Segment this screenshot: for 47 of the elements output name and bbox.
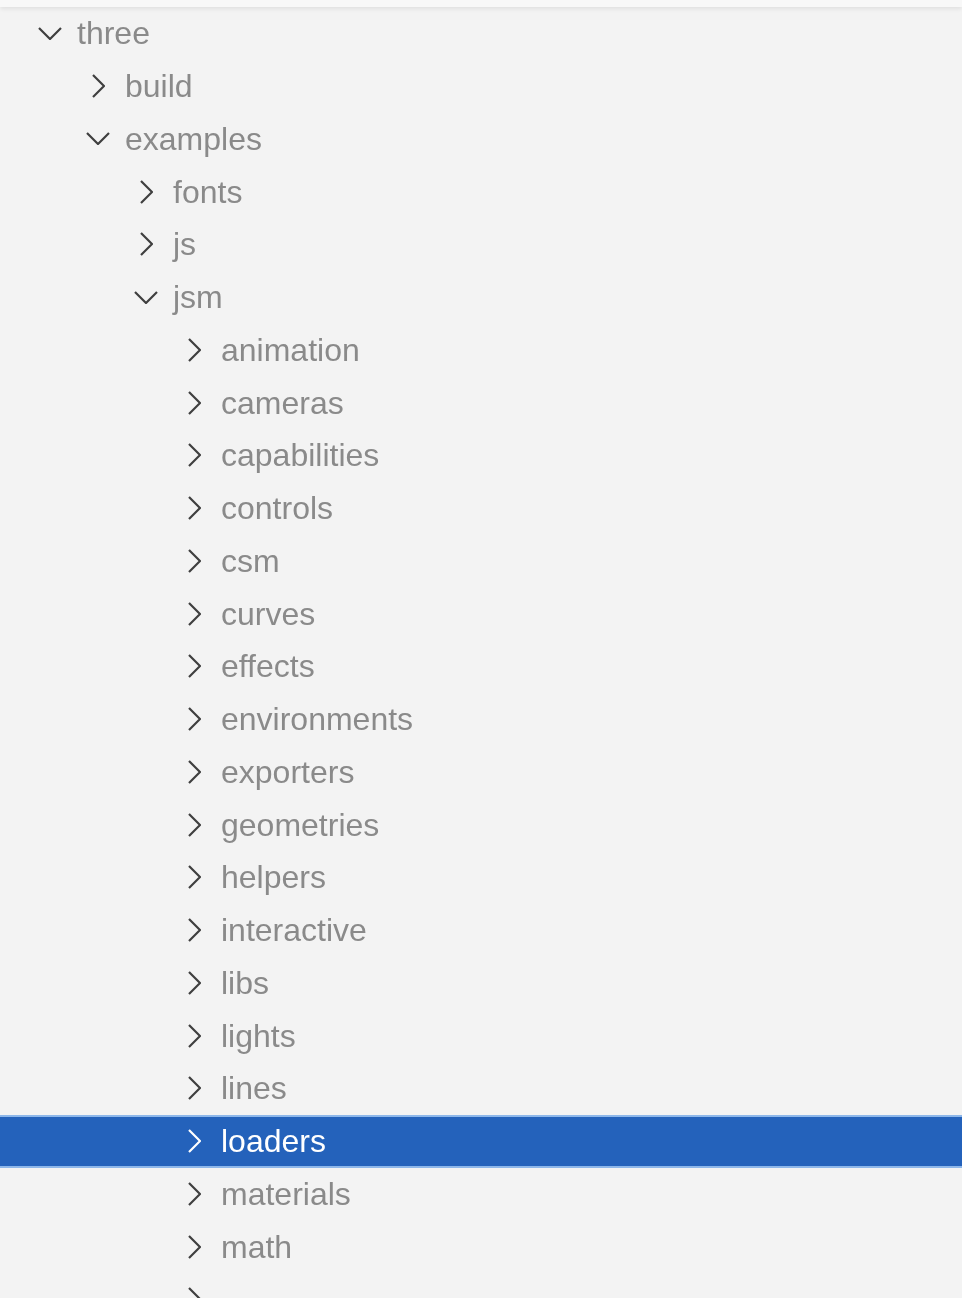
- chevron-icon[interactable]: [86, 132, 110, 146]
- tree-item[interactable]: fonts: [0, 165, 962, 218]
- chevron-icon[interactable]: [134, 290, 158, 304]
- tree-item[interactable]: math: [0, 1220, 962, 1273]
- chevron-icon[interactable]: [187, 1076, 201, 1101]
- tree-item[interactable]: jsm: [0, 270, 962, 324]
- chevron-icon[interactable]: [187, 812, 201, 837]
- tree-item[interactable]: curves: [0, 587, 962, 640]
- chevron-icon[interactable]: [187, 1234, 201, 1259]
- tree-item[interactable]: cameras: [0, 376, 962, 429]
- chevron-icon[interactable]: [187, 759, 201, 784]
- tree-item[interactable]: controls: [0, 481, 962, 535]
- tree-item[interactable]: lines: [0, 1062, 962, 1115]
- chevron-icon[interactable]: [187, 865, 201, 890]
- chevron-icon[interactable]: [187, 918, 201, 943]
- chevron-icon[interactable]: [139, 232, 153, 257]
- tree-item[interactable]: lights: [0, 1009, 962, 1062]
- tree-item[interactable]: capabilities: [0, 429, 962, 482]
- tree-item[interactable]: csm: [0, 534, 962, 588]
- tree-item[interactable]: animation: [0, 323, 962, 377]
- chevron-icon[interactable]: [139, 179, 153, 204]
- chevron-icon[interactable]: [187, 970, 201, 995]
- chevron-icon[interactable]: [187, 390, 201, 415]
- chevron-icon[interactable]: [187, 1023, 201, 1048]
- chevron-icon[interactable]: [187, 1181, 201, 1206]
- tree-item[interactable]: loaders: [0, 1114, 962, 1168]
- chevron-icon[interactable]: [91, 74, 105, 99]
- chevron-icon[interactable]: [187, 601, 201, 626]
- tree-item[interactable]: environments: [0, 692, 962, 746]
- chevron-icon[interactable]: [187, 337, 201, 362]
- chevron-icon[interactable]: [187, 548, 201, 573]
- tree-item[interactable]: examples: [0, 112, 962, 166]
- tree-item[interactable]: geometries: [0, 798, 962, 851]
- tree-item[interactable]: materials: [0, 1167, 962, 1221]
- chevron-icon[interactable]: [187, 496, 201, 521]
- tree-item[interactable]: effects: [0, 640, 962, 693]
- chevron-icon[interactable]: [187, 443, 201, 468]
- tree-item[interactable]: helpers: [0, 851, 962, 904]
- tree-item[interactable]: interactive: [0, 903, 962, 957]
- chevron-icon[interactable]: [187, 707, 201, 732]
- tree-item[interactable]: three: [0, 7, 962, 60]
- chevron-icon[interactable]: [187, 654, 201, 679]
- tree-item[interactable]: build: [0, 59, 962, 113]
- tree-item[interactable]: libs: [0, 956, 962, 1010]
- chevron-icon[interactable]: [38, 26, 62, 40]
- tree-item[interactable]: exporters: [0, 745, 962, 799]
- tree-item[interactable]: js: [0, 218, 962, 271]
